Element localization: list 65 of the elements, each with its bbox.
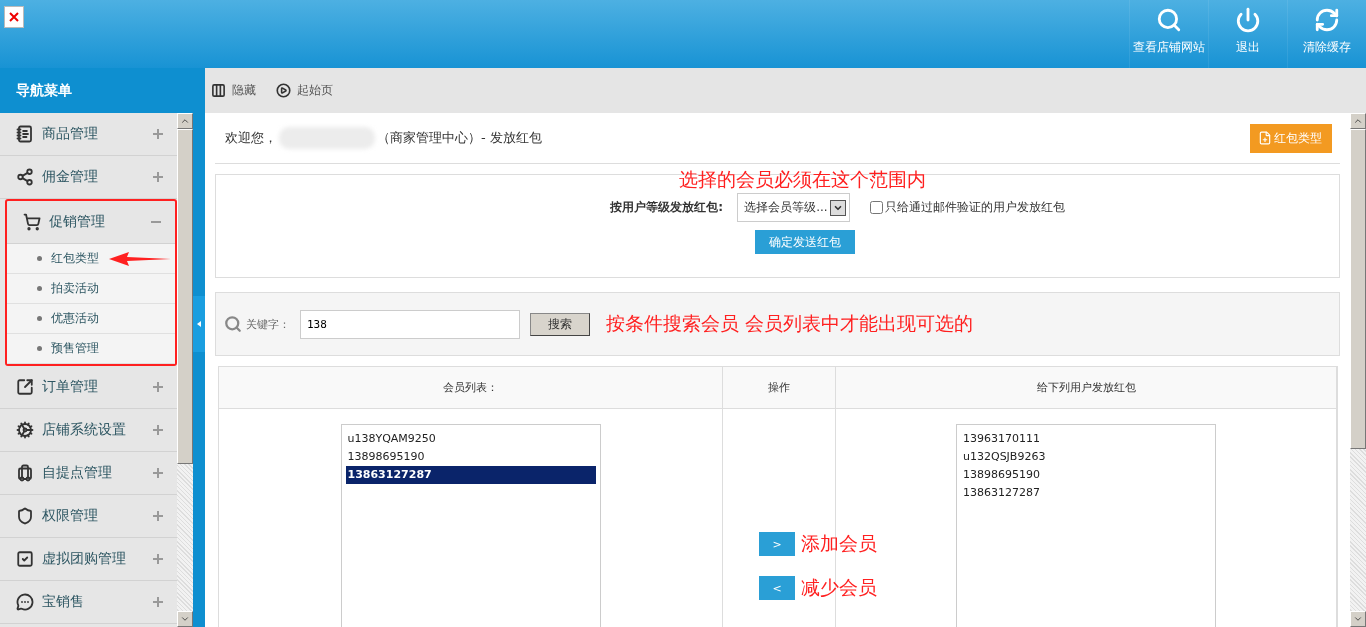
sidebar-subitem[interactable]: 拍卖活动: [7, 274, 175, 304]
scroll-down-icon[interactable]: [180, 614, 190, 624]
expand-icon[interactable]: [153, 382, 163, 392]
collapse-handle[interactable]: [193, 296, 205, 352]
play-icon: [276, 83, 291, 98]
gear-icon: [16, 421, 34, 439]
notebook-icon: [16, 125, 34, 143]
field-label: 按用户等级发放红包:: [610, 199, 724, 216]
keyword-field[interactable]: 138: [300, 309, 520, 339]
annotation-text: 选择的会员必须在这个范围内: [679, 167, 926, 192]
columns-icon: [211, 83, 226, 98]
recipient-listbox[interactable]: 13963170111 u132QSJB9263 13898695190 13863127287: [956, 424, 1216, 627]
share-icon: [16, 168, 34, 186]
scroll-up-icon[interactable]: [180, 116, 190, 126]
page-title: （商家管理中心）- 发放红包: [377, 129, 542, 147]
list-option[interactable]: 13963170111: [961, 430, 1211, 448]
list-option[interactable]: u138YQAM9250: [345, 430, 596, 448]
member-listbox[interactable]: u138YQAM9250 13898695190 13863127287: [340, 424, 601, 627]
welcome-text: 欢迎您，: [225, 129, 277, 147]
search-icon: [224, 315, 242, 333]
expand-icon[interactable]: [153, 597, 163, 607]
toolbar-button[interactable]: 隐藏: [211, 82, 256, 99]
column-header: 操作: [723, 367, 836, 409]
expand-icon[interactable]: [153, 554, 163, 564]
keyword-label: 关键字：: [246, 316, 290, 332]
search-icon: [1156, 7, 1182, 33]
scrollbar[interactable]: [177, 113, 193, 627]
sidebar-subitem[interactable]: 红包类型: [7, 244, 175, 274]
toolbar-button[interactable]: 起始页: [276, 82, 333, 99]
list-option[interactable]: 13863127287: [961, 484, 1211, 502]
column-header: 会员列表：: [219, 367, 723, 409]
search-button[interactable]: 搜索: [530, 312, 590, 336]
checkbox[interactable]: [869, 201, 883, 214]
expand-icon[interactable]: [153, 425, 163, 435]
scrollbar[interactable]: [1350, 113, 1366, 627]
list-option[interactable]: 13898695190: [345, 448, 596, 466]
sidebar-subitem[interactable]: 预售管理: [7, 334, 175, 364]
add-file-icon: [1258, 131, 1272, 145]
cart-icon: [23, 213, 41, 231]
expand-icon[interactable]: [153, 468, 163, 478]
scroll-up-icon[interactable]: [1353, 116, 1363, 126]
chat-bubble-icon: [16, 593, 34, 611]
luggage-icon: [16, 464, 34, 482]
list-option[interactable]: 13863127287: [345, 466, 596, 484]
sidebar-title: 导航菜单: [0, 68, 193, 113]
annotation-text: 添加会员: [801, 531, 877, 556]
shield-icon: [16, 507, 34, 525]
list-option[interactable]: 13898695190: [961, 466, 1211, 484]
column-header: 给下列用户发放红包: [836, 367, 1337, 409]
refresh-icon: [1314, 7, 1340, 33]
expand-icon[interactable]: [153, 172, 163, 182]
power-icon: [1235, 7, 1261, 33]
expand-icon[interactable]: [153, 129, 163, 139]
broken-image-icon: [4, 6, 24, 28]
scroll-down-icon[interactable]: [1353, 614, 1363, 624]
expand-icon[interactable]: [153, 511, 163, 521]
annotation-text: 按条件搜索会员 会员列表中才能出现可选的: [606, 311, 974, 336]
checkbox-label: 只给通过邮件验证的用户发放红包: [884, 199, 1065, 216]
caret-icon: [829, 199, 846, 216]
checkbox-icon: [16, 550, 34, 568]
sidebar-subitem[interactable]: 优惠活动: [7, 304, 175, 334]
level-select[interactable]: 选择会员等级...: [737, 193, 850, 222]
annotation-text: 减少会员: [801, 575, 877, 600]
export-icon: [16, 378, 34, 396]
list-option[interactable]: u132QSJB9263: [961, 448, 1211, 466]
